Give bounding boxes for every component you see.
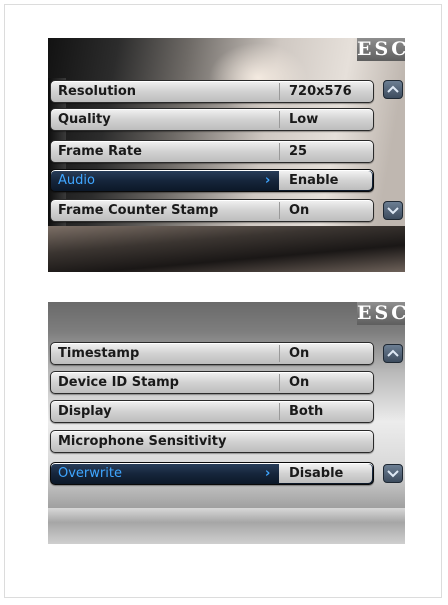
chevron-down-icon [387, 470, 399, 478]
chevron-right-icon: › [265, 173, 271, 188]
esc-button[interactable]: ESC [357, 302, 405, 325]
row-divider [279, 374, 280, 391]
row-divider [279, 202, 280, 219]
scroll-down-button[interactable] [383, 201, 403, 220]
setting-row-device-id-stamp[interactable]: Device ID Stamp On [50, 371, 374, 394]
setting-row-frame-counter-stamp[interactable]: Frame Counter Stamp On [50, 199, 374, 222]
setting-value: Low [289, 112, 319, 127]
setting-row-resolution[interactable]: Resolution 720x576 [50, 80, 374, 103]
scroll-up-button[interactable] [383, 80, 403, 99]
row-divider [279, 111, 280, 128]
scroll-down-button[interactable] [383, 464, 403, 483]
row-divider [279, 345, 280, 362]
scroll-up-button[interactable] [383, 344, 403, 363]
setting-value: 25 [289, 144, 308, 159]
chevron-up-icon [387, 85, 399, 93]
camera-preview-background [48, 226, 405, 272]
chevron-up-icon [387, 349, 399, 357]
setting-value: Disable [289, 466, 344, 481]
setting-row-frame-rate[interactable]: Frame Rate 25 [50, 140, 374, 163]
setting-label: Device ID Stamp [58, 375, 179, 390]
setting-value: 720x576 [289, 84, 352, 99]
chevron-down-icon [387, 207, 399, 215]
setting-label: Frame Counter Stamp [58, 203, 219, 218]
row-divider [279, 403, 280, 420]
setting-row-timestamp[interactable]: Timestamp On [50, 342, 374, 365]
setting-label: Overwrite [58, 466, 122, 481]
setting-value: Both [289, 404, 324, 419]
setting-label: Quality [58, 112, 111, 127]
settings-panel-1: ESC Resolution 720x576 Quality Low Frame… [48, 38, 405, 272]
settings-panel-2: ESC Timestamp On Device ID Stamp On Disp… [48, 302, 405, 544]
row-divider [279, 83, 280, 100]
esc-button[interactable]: ESC [357, 38, 405, 61]
setting-row-overwrite[interactable]: Overwrite › Disable [50, 462, 374, 485]
setting-row-display[interactable]: Display Both [50, 400, 374, 423]
setting-row-microphone-sensitivity[interactable]: Microphone Sensitivity [50, 430, 374, 453]
setting-value: Enable [289, 173, 339, 188]
row-divider [279, 143, 280, 160]
setting-label: Frame Rate [58, 144, 142, 159]
setting-label: Microphone Sensitivity [58, 434, 227, 449]
setting-row-audio[interactable]: Audio › Enable [50, 169, 374, 192]
setting-row-quality[interactable]: Quality Low [50, 108, 374, 131]
camera-preview-background [48, 508, 405, 544]
setting-value: On [289, 375, 310, 390]
setting-label: Audio [58, 173, 95, 188]
setting-label: Timestamp [58, 346, 140, 361]
setting-label: Display [58, 404, 112, 419]
chevron-right-icon: › [265, 466, 271, 481]
setting-value: On [289, 346, 310, 361]
setting-value: On [289, 203, 310, 218]
setting-label: Resolution [58, 84, 137, 99]
